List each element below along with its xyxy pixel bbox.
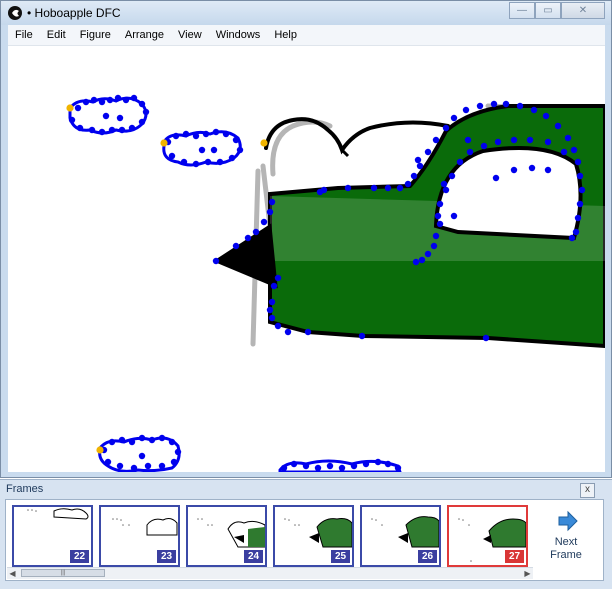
- drawing-canvas[interactable]: [8, 46, 605, 472]
- next-frame-label: Next Frame: [550, 536, 582, 561]
- frame-number-badge: 24: [244, 550, 263, 563]
- close-icon: ✕: [578, 5, 588, 16]
- menu-edit[interactable]: Edit: [40, 29, 73, 41]
- frame-number-badge: 23: [157, 550, 176, 563]
- menu-help[interactable]: Help: [267, 29, 304, 41]
- title-bar[interactable]: • Hoboapple DFC — ▭ ✕: [1, 1, 611, 25]
- frames-panel-close-button[interactable]: x: [580, 483, 595, 498]
- frame-thumbnail-22[interactable]: 22: [12, 505, 93, 567]
- frame-thumbnail-27[interactable]: 27: [447, 505, 528, 567]
- menu-figure[interactable]: Figure: [73, 29, 118, 41]
- minimize-button[interactable]: —: [509, 2, 535, 19]
- frames-panel: Frames x 22 23 24 25 26 27 Next Frame ◀ …: [0, 479, 612, 589]
- scroll-grip: |||: [60, 570, 66, 576]
- frame-number-badge: 25: [331, 550, 350, 563]
- frame-thumbnail-25[interactable]: 25: [273, 505, 354, 567]
- window-title: • Hoboapple DFC: [27, 6, 121, 20]
- app-icon: [8, 6, 22, 20]
- frame-thumbnail-23[interactable]: 23: [99, 505, 180, 567]
- frame-number-badge: 27: [505, 550, 524, 563]
- close-button[interactable]: ✕: [561, 2, 605, 19]
- scroll-right-icon[interactable]: ▶: [522, 568, 533, 579]
- frames-panel-title: Frames: [6, 483, 44, 495]
- maximize-icon: ▭: [543, 5, 553, 16]
- close-icon: x: [585, 484, 590, 495]
- frame-number-badge: 26: [418, 550, 437, 563]
- scroll-left-icon[interactable]: ◀: [7, 568, 18, 579]
- menu-windows[interactable]: Windows: [209, 29, 268, 41]
- menu-file[interactable]: File: [8, 29, 40, 41]
- frames-strip[interactable]: 22 23 24 25 26 27 Next Frame ◀ ||| ▶: [5, 499, 604, 581]
- frames-horizontal-scrollbar[interactable]: ◀ ||| ▶: [7, 567, 533, 579]
- arrow-right-icon: [558, 510, 578, 532]
- scroll-thumb[interactable]: |||: [21, 569, 105, 577]
- menu-view[interactable]: View: [171, 29, 209, 41]
- propeller-nose[interactable]: [212, 223, 278, 289]
- frame-thumbnail-24[interactable]: 24: [186, 505, 267, 567]
- frame-number-badge: 22: [70, 550, 89, 563]
- main-window: • Hoboapple DFC — ▭ ✕ File Edit Figure A…: [0, 0, 612, 478]
- next-frame-button[interactable]: Next Frame: [536, 506, 596, 568]
- frame-thumbnail-26[interactable]: 26: [360, 505, 441, 567]
- animation-frame-drawing[interactable]: [8, 46, 605, 472]
- menu-bar: File Edit Figure Arrange View Windows He…: [8, 25, 605, 46]
- minimize-icon: —: [517, 5, 527, 16]
- maximize-button[interactable]: ▭: [535, 2, 561, 19]
- menu-arrange[interactable]: Arrange: [118, 29, 171, 41]
- window-controls: — ▭ ✕: [509, 2, 605, 20]
